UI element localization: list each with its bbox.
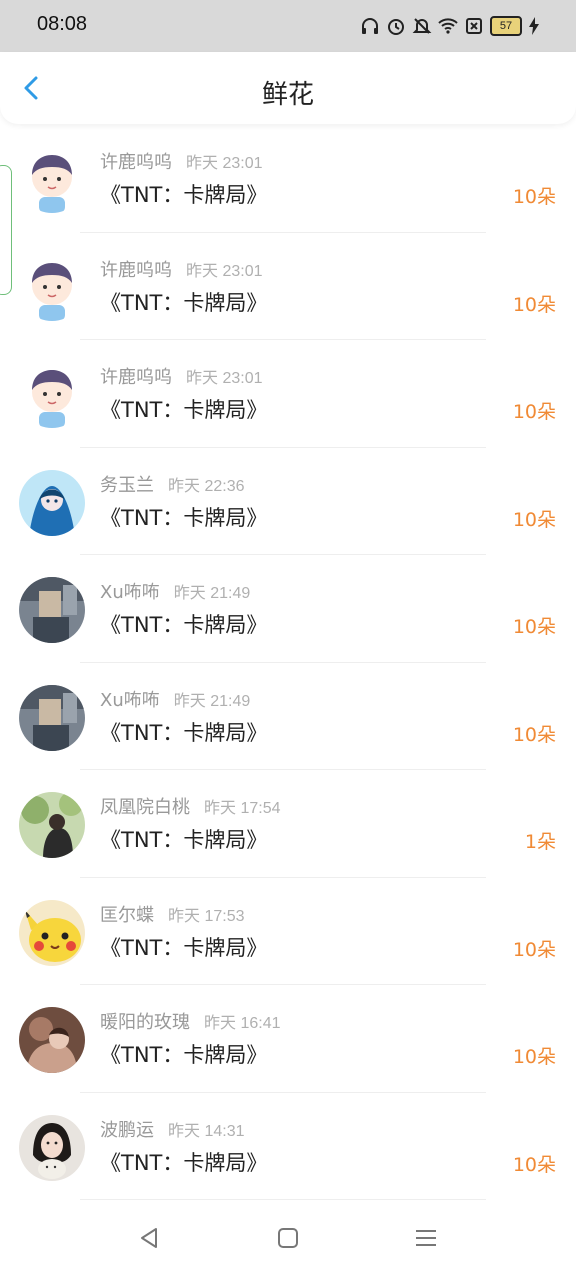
- list-item[interactable]: 暖阳的玫瑰 昨天 16:41 《TNT：卡牌局》 10朵: [0, 985, 576, 1093]
- flower-count: 10朵: [512, 1046, 556, 1068]
- sender-name[interactable]: 凤凰院白桃: [100, 797, 190, 818]
- page-title: 鲜花: [261, 80, 314, 110]
- timestamp: 昨天 23:01: [186, 155, 263, 172]
- sender-name[interactable]: Xu咘咘: [100, 582, 160, 603]
- sender-line: 暖阳的玫瑰 昨天 16:41: [100, 1008, 281, 1034]
- avatar[interactable]: [19, 899, 85, 966]
- flower-count: 10朵: [512, 401, 556, 423]
- sender-line: 凤凰院白桃 昨天 17:54: [100, 793, 281, 819]
- timestamp: 昨天 21:49: [173, 692, 251, 710]
- nav-menu-icon[interactable]: [410, 1222, 442, 1254]
- sim-off-icon: [466, 18, 482, 34]
- avatar[interactable]: [19, 1114, 85, 1181]
- timestamp: 昨天 23:01: [186, 262, 263, 280]
- status-icons: 57: [360, 14, 540, 38]
- flower-list: 许鹿呜呜 昨天 23:01 《TNT：卡牌局》 10朵 许鹿呜呜 昨天 23:01 《TNT…: [0, 125, 576, 1200]
- sender-name[interactable]: Xu咘咘: [100, 690, 160, 711]
- sender-name[interactable]: 匡尔蝶: [100, 905, 154, 926]
- avatar[interactable]: [19, 362, 85, 428]
- flower-count: 10朵: [512, 938, 556, 961]
- list-item[interactable]: 务玉兰 昨天 22:36 《TNT：卡牌局》 10朵: [0, 448, 576, 555]
- nav-home-icon[interactable]: [272, 1222, 304, 1254]
- work-title[interactable]: 《TNT：卡牌局》: [100, 1147, 267, 1177]
- sender-name[interactable]: 许鹿呜呜: [100, 367, 172, 388]
- timestamp: 昨天 23:01: [186, 370, 263, 387]
- avatar[interactable]: [19, 577, 85, 643]
- sender-name[interactable]: 波鹏运: [100, 1120, 154, 1141]
- header-bar: 鲜花: [0, 52, 576, 124]
- sender-line: 许鹿呜呜 昨天 23:01: [100, 256, 263, 282]
- status-time: 08:08: [37, 13, 88, 35]
- battery-indicator: 57: [490, 16, 522, 36]
- wifi-icon: [438, 18, 458, 34]
- bell-off-icon: [412, 18, 432, 34]
- sender-line: 波鹏运 昨天 14:31: [100, 1116, 245, 1142]
- sender-line: Xu咘咘 昨天 21:49: [100, 686, 250, 712]
- flower-count: 1朵: [524, 831, 556, 853]
- list-item[interactable]: Xu咘咘 昨天 21:49 《TNT：卡牌局》 10朵: [0, 663, 576, 770]
- avatar[interactable]: [19, 684, 85, 751]
- work-title[interactable]: 《TNT：卡牌局》: [100, 502, 267, 532]
- list-item[interactable]: 凤凰院白桃 昨天 17:54 《TNT：卡牌局》 1朵: [0, 770, 576, 878]
- list-item[interactable]: 许鹿呜呜 昨天 23:01 《TNT：卡牌局》 10朵: [0, 340, 576, 448]
- flower-count: 10朵: [512, 293, 556, 316]
- avatar[interactable]: [19, 147, 85, 213]
- headphones-icon: [362, 18, 378, 34]
- flower-count: 10朵: [512, 1153, 556, 1176]
- work-title[interactable]: 《TNT：卡牌局》: [100, 1039, 267, 1069]
- status-bar: 08:08 57: [0, 0, 576, 52]
- flower-count: 10朵: [512, 186, 556, 208]
- work-title[interactable]: 《TNT：卡牌局》: [100, 824, 267, 854]
- timestamp: 昨天 17:54: [204, 800, 281, 817]
- sender-name[interactable]: 暖阳的玫瑰: [100, 1012, 190, 1033]
- avatar[interactable]: [19, 254, 85, 321]
- sender-line: Xu咘咘 昨天 21:49: [100, 578, 250, 604]
- work-title[interactable]: 《TNT：卡牌局》: [100, 717, 267, 747]
- list-item[interactable]: 许鹿呜呜 昨天 23:01 《TNT：卡牌局》 10朵: [0, 125, 576, 233]
- timestamp: 昨天 16:41: [204, 1015, 281, 1032]
- sender-line: 许鹿呜呜 昨天 23:01: [100, 148, 263, 174]
- charging-icon: [529, 17, 539, 35]
- timestamp: 昨天 14:31: [168, 1122, 245, 1140]
- flower-count: 10朵: [512, 508, 556, 531]
- sender-line: 务玉兰 昨天 22:36: [100, 471, 245, 497]
- system-nav-bar: [0, 1200, 576, 1280]
- flower-count: 10朵: [512, 616, 556, 638]
- alarm-icon: [388, 19, 404, 35]
- sender-name[interactable]: 许鹿呜呜: [100, 152, 172, 173]
- work-title[interactable]: 《TNT：卡牌局》: [100, 932, 267, 962]
- work-title[interactable]: 《TNT：卡牌局》: [100, 609, 267, 639]
- avatar[interactable]: [19, 469, 85, 536]
- list-item[interactable]: 匡尔蝶 昨天 17:53 《TNT：卡牌局》 10朵: [0, 878, 576, 985]
- timestamp: 昨天 17:53: [168, 907, 245, 925]
- timestamp: 昨天 21:49: [173, 585, 251, 602]
- flower-count: 10朵: [512, 723, 556, 746]
- timestamp: 昨天 22:36: [168, 477, 245, 495]
- sender-line: 匡尔蝶 昨天 17:53: [100, 901, 245, 927]
- work-title[interactable]: 《TNT：卡牌局》: [100, 287, 267, 317]
- sender-name[interactable]: 务玉兰: [100, 475, 154, 496]
- work-title[interactable]: 《TNT：卡牌局》: [100, 179, 267, 209]
- sender-line: 许鹿呜呜 昨天 23:01: [100, 363, 263, 389]
- list-item[interactable]: 许鹿呜呜 昨天 23:01 《TNT：卡牌局》 10朵: [0, 233, 576, 340]
- avatar[interactable]: [19, 1007, 85, 1073]
- work-title[interactable]: 《TNT：卡牌局》: [100, 394, 267, 424]
- nav-back-icon[interactable]: [134, 1222, 166, 1254]
- list-item[interactable]: 波鹏运 昨天 14:31 《TNT：卡牌局》 10朵: [0, 1093, 576, 1200]
- avatar[interactable]: [19, 792, 85, 858]
- sender-name[interactable]: 许鹿呜呜: [100, 260, 172, 281]
- list-item[interactable]: Xu咘咘 昨天 21:49 《TNT：卡牌局》 10朵: [0, 555, 576, 663]
